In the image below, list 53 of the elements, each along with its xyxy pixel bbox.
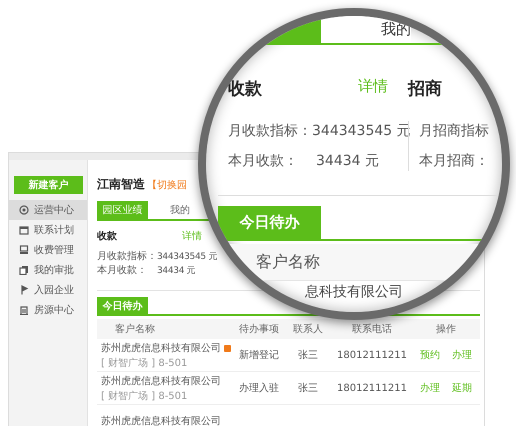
- todo-tab[interactable]: 今日待办: [218, 206, 321, 239]
- column-header: 联系电话: [351, 322, 393, 336]
- table-cell-text: 18012111211: [336, 350, 408, 360]
- sidebar-item[interactable]: 运营中心: [9, 200, 87, 220]
- section-title: 招商: [408, 78, 442, 98]
- tab[interactable]: 园区业绩: [97, 201, 148, 219]
- stat-value: 34434 元: [316, 152, 379, 171]
- table-cell-text: 张三: [297, 382, 319, 395]
- location-text: [ 财智广场 ] 8-501: [101, 358, 188, 369]
- stat-value: 344343545 元: [157, 251, 218, 263]
- table-cell-text: 张三: [297, 348, 319, 362]
- location-text: [ 财智广场 ] 8-501: [101, 391, 188, 402]
- section-title: 收款: [228, 78, 262, 100]
- details-link[interactable]: 详情: [358, 76, 388, 100]
- stat-value: 34434 元: [157, 265, 196, 277]
- sidebar-item[interactable]: 入园企业: [9, 280, 87, 300]
- action-link[interactable]: 延期: [452, 381, 472, 395]
- new-customer-button[interactable]: 新建客户: [14, 176, 83, 194]
- documents-icon: [19, 265, 29, 275]
- circle-icon: [19, 205, 29, 215]
- building-icon: [19, 305, 29, 315]
- switch-link[interactable]: 【切换园: [147, 178, 187, 192]
- column-header: 待办事项: [238, 322, 280, 336]
- action-link[interactable]: 办理: [452, 348, 472, 362]
- sidebar-item[interactable]: 我的审批: [9, 260, 87, 280]
- details-link[interactable]: 详情: [182, 228, 202, 242]
- column-header: 客户名称: [114, 322, 156, 336]
- stat-label: 本月收款：: [228, 152, 299, 171]
- column-header: 操作: [435, 323, 457, 336]
- stat-label: 月收款指标：: [228, 122, 312, 141]
- calendar-icon: [19, 225, 29, 235]
- todo-tab[interactable]: 今日待办: [97, 297, 148, 314]
- page-title: 江南智造: [97, 176, 145, 193]
- table-cell-text: 18012111211: [336, 382, 408, 394]
- company-name: 苏州虎虎信息科技有限公司: [101, 342, 221, 355]
- stat-label: 月收款指标：: [97, 251, 157, 263]
- action-link[interactable]: 办理: [420, 381, 440, 395]
- table-cell-text: 办理入驻: [238, 382, 280, 395]
- sidebar-item[interactable]: 联系计划: [9, 220, 87, 240]
- sidebar-item[interactable]: 房源中心: [9, 300, 87, 320]
- column-header: 客户名称: [256, 252, 320, 272]
- tab[interactable]: 我的: [170, 201, 190, 219]
- table-cell-text: 新增登记: [238, 348, 280, 362]
- section-title: 收款: [97, 230, 117, 242]
- stat-label: 月招商指标: [419, 122, 489, 141]
- company-name: 苏州虎虎信息科技有限公司: [101, 414, 221, 426]
- stat-label: 本月招商：: [419, 152, 489, 171]
- company-name: 苏州虎虎信息科技有限公司: [101, 374, 221, 388]
- column-header: 联系人: [292, 322, 324, 336]
- action-link[interactable]: 预约: [420, 348, 440, 362]
- company-name: 息科技有限公司: [305, 285, 403, 299]
- stat-label: 本月收款：: [97, 265, 148, 277]
- sidebar-item[interactable]: 收费管理: [9, 240, 87, 260]
